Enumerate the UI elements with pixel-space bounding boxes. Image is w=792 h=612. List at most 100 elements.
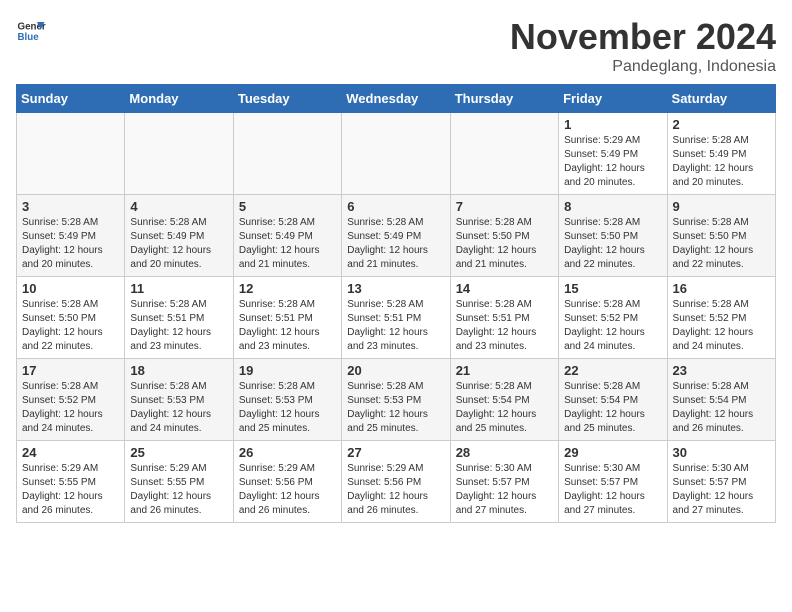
header-friday: Friday: [559, 85, 667, 113]
calendar-cell: 15 Sunrise: 5:28 AMSunset: 5:52 PMDayligh…: [559, 277, 667, 359]
day-info: Sunrise: 5:28 AMSunset: 5:49 PMDaylight:…: [347, 216, 444, 272]
day-info: Sunrise: 5:28 AMSunset: 5:54 PMDaylight:…: [456, 380, 553, 436]
day-info: Sunrise: 5:28 AMSunset: 5:49 PMDaylight:…: [130, 216, 227, 272]
day-number: 3: [22, 199, 119, 214]
week-row-3: 10 Sunrise: 5:28 AMSunset: 5:50 PMDayligh…: [17, 277, 776, 359]
day-info: Sunrise: 5:28 AMSunset: 5:53 PMDaylight:…: [239, 380, 336, 436]
logo-icon: General Blue: [16, 16, 46, 46]
month-title: November 2024: [510, 16, 776, 58]
day-info: Sunrise: 5:28 AMSunset: 5:54 PMDaylight:…: [564, 380, 661, 436]
day-number: 29: [564, 445, 661, 460]
calendar-cell: 8 Sunrise: 5:28 AMSunset: 5:50 PMDaylight…: [559, 195, 667, 277]
calendar-cell: [450, 113, 558, 195]
day-number: 12: [239, 281, 336, 296]
calendar-cell: 6 Sunrise: 5:28 AMSunset: 5:49 PMDaylight…: [342, 195, 450, 277]
day-number: 9: [673, 199, 770, 214]
calendar-cell: 13 Sunrise: 5:28 AMSunset: 5:51 PMDayligh…: [342, 277, 450, 359]
week-row-1: 1Sunrise: 5:29 AMSunset: 5:49 PMDaylight…: [17, 113, 776, 195]
calendar-cell: 2 Sunrise: 5:28 AMSunset: 5:49 PMDaylight…: [667, 113, 775, 195]
day-info: Sunrise: 5:29 AMSunset: 5:55 PMDaylight:…: [130, 462, 227, 518]
day-number: 2: [673, 117, 770, 132]
calendar-cell: 24Sunrise: 5:29 AMSunset: 5:55 PMDayligh…: [17, 441, 125, 523]
day-info: Sunrise: 5:28 AMSunset: 5:51 PMDaylight:…: [347, 298, 444, 354]
day-number: 28: [456, 445, 553, 460]
day-number: 17: [22, 363, 119, 378]
day-info: Sunrise: 5:28 AMSunset: 5:51 PMDaylight:…: [130, 298, 227, 354]
week-row-5: 24 Sunrise: 5:29 AMSunset: 5:55 PMDayligh…: [17, 441, 776, 523]
calendar-cell: 22 Sunrise: 5:28 AMSunset: 5:54 PMDayligh…: [559, 359, 667, 441]
calendar-cell: [342, 113, 450, 195]
calendar-body: 1Sunrise: 5:29 AMSunset: 5:49 PMDaylight…: [17, 113, 776, 523]
week-row-4: 17 Sunrise: 5:28 AMSunset: 5:52 PMDayligh…: [17, 359, 776, 441]
day-info: Sunrise: 5:29 AMSunset: 5:56 PMDaylight:…: [347, 462, 444, 518]
calendar-cell: 26 Sunrise: 5:29 AMSunset: 5:56 PMDayligh…: [233, 441, 341, 523]
calendar-cell: 28 Sunrise: 5:30 AMSunset: 5:57 PMDayligh…: [450, 441, 558, 523]
calendar-cell: 9 Sunrise: 5:28 AMSunset: 5:50 PMDaylight…: [667, 195, 775, 277]
day-number: 26: [239, 445, 336, 460]
day-number: 22: [564, 363, 661, 378]
day-info: Sunrise: 5:29 AMSunset: 5:56 PMDaylight:…: [239, 462, 336, 518]
day-info: Sunrise: 5:28 AMSunset: 5:51 PMDaylight:…: [239, 298, 336, 354]
day-number: 14: [456, 281, 553, 296]
calendar-table: SundayMondayTuesdayWednesdayThursdayFrid…: [16, 84, 776, 523]
calendar-cell: 16 Sunrise: 5:28 AMSunset: 5:52 PMDayligh…: [667, 277, 775, 359]
day-number: 25: [130, 445, 227, 460]
svg-text:Blue: Blue: [18, 32, 40, 43]
day-number: 23: [673, 363, 770, 378]
calendar-cell: 25 Sunrise: 5:29 AMSunset: 5:55 PMDayligh…: [125, 441, 233, 523]
day-info: Sunrise: 5:28 AMSunset: 5:52 PMDaylight:…: [673, 298, 770, 354]
header-thursday: Thursday: [450, 85, 558, 113]
day-info: Sunrise: 5:28 AMSunset: 5:53 PMDaylight:…: [347, 380, 444, 436]
calendar-cell: [125, 113, 233, 195]
logo: General Blue: [16, 16, 46, 46]
calendar-cell: 12 Sunrise: 5:28 AMSunset: 5:51 PMDayligh…: [233, 277, 341, 359]
calendar-cell: [17, 113, 125, 195]
day-number: 4: [130, 199, 227, 214]
day-number: 13: [347, 281, 444, 296]
day-info: Sunrise: 5:28 AMSunset: 5:49 PMDaylight:…: [239, 216, 336, 272]
header-saturday: Saturday: [667, 85, 775, 113]
day-number: 8: [564, 199, 661, 214]
day-number: 16: [673, 281, 770, 296]
day-info: Sunrise: 5:28 AMSunset: 5:53 PMDaylight:…: [130, 380, 227, 436]
day-number: 21: [456, 363, 553, 378]
day-number: 30: [673, 445, 770, 460]
calendar-cell: 11 Sunrise: 5:28 AMSunset: 5:51 PMDayligh…: [125, 277, 233, 359]
location-title: Pandeglang, Indonesia: [510, 58, 776, 76]
header-row: SundayMondayTuesdayWednesdayThursdayFrid…: [17, 85, 776, 113]
day-info: Sunrise: 5:28 AMSunset: 5:52 PMDaylight:…: [564, 298, 661, 354]
header-tuesday: Tuesday: [233, 85, 341, 113]
calendar-cell: 19 Sunrise: 5:28 AMSunset: 5:53 PMDayligh…: [233, 359, 341, 441]
day-number: 10: [22, 281, 119, 296]
day-info: Sunrise: 5:28 AMSunset: 5:52 PMDaylight:…: [22, 380, 119, 436]
day-info: Sunrise: 5:30 AMSunset: 5:57 PMDaylight:…: [564, 462, 661, 518]
day-info: Sunrise: 5:28 AMSunset: 5:51 PMDaylight:…: [456, 298, 553, 354]
day-info: Sunrise: 5:28 AMSunset: 5:50 PMDaylight:…: [456, 216, 553, 272]
calendar-cell: 30 Sunrise: 5:30 AMSunset: 5:57 PMDayligh…: [667, 441, 775, 523]
header-monday: Monday: [125, 85, 233, 113]
day-number: 15: [564, 281, 661, 296]
day-info: Sunrise: 5:28 AMSunset: 5:49 PMDaylight:…: [22, 216, 119, 272]
title-area: November 2024 Pandeglang, Indonesia: [510, 16, 776, 76]
day-number: 6: [347, 199, 444, 214]
calendar-cell: 7Sunrise: 5:28 AMSunset: 5:50 PMDaylight…: [450, 195, 558, 277]
day-info: Sunrise: 5:30 AMSunset: 5:57 PMDaylight:…: [673, 462, 770, 518]
calendar-cell: [233, 113, 341, 195]
day-info: Sunrise: 5:28 AMSunset: 5:50 PMDaylight:…: [673, 216, 770, 272]
calendar-header: SundayMondayTuesdayWednesdayThursdayFrid…: [17, 85, 776, 113]
day-number: 11: [130, 281, 227, 296]
day-number: 20: [347, 363, 444, 378]
calendar-cell: 29 Sunrise: 5:30 AMSunset: 5:57 PMDayligh…: [559, 441, 667, 523]
day-number: 24: [22, 445, 119, 460]
day-number: 1: [564, 117, 661, 132]
day-info: Sunrise: 5:30 AMSunset: 5:57 PMDaylight:…: [456, 462, 553, 518]
week-row-2: 3 Sunrise: 5:28 AMSunset: 5:49 PMDaylight…: [17, 195, 776, 277]
calendar-cell: 4 Sunrise: 5:28 AMSunset: 5:49 PMDaylight…: [125, 195, 233, 277]
day-info: Sunrise: 5:28 AMSunset: 5:50 PMDaylight:…: [564, 216, 661, 272]
calendar-cell: 5Sunrise: 5:28 AMSunset: 5:49 PMDaylight…: [233, 195, 341, 277]
calendar-cell: 18Sunrise: 5:28 AMSunset: 5:53 PMDayligh…: [125, 359, 233, 441]
day-info: Sunrise: 5:28 AMSunset: 5:50 PMDaylight:…: [22, 298, 119, 354]
calendar-cell: 27Sunrise: 5:29 AMSunset: 5:56 PMDayligh…: [342, 441, 450, 523]
day-info: Sunrise: 5:28 AMSunset: 5:49 PMDaylight:…: [673, 134, 770, 190]
day-number: 19: [239, 363, 336, 378]
